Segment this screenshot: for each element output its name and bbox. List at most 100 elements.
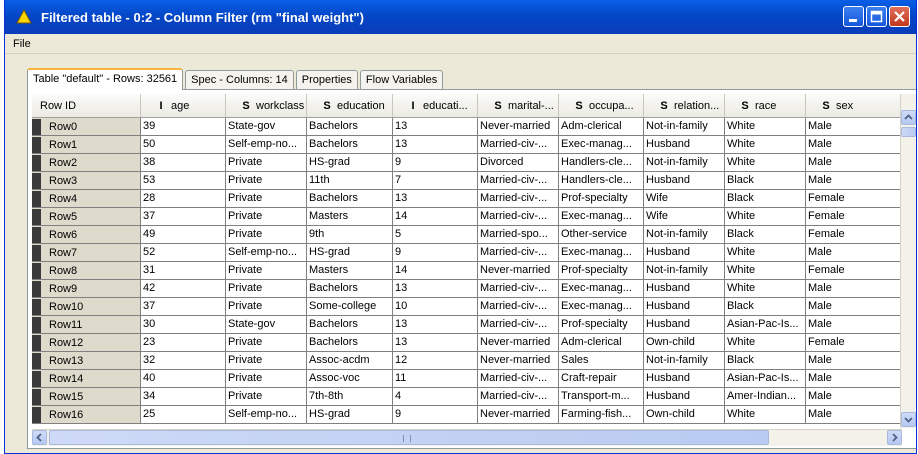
minimize-button[interactable] — [843, 6, 864, 27]
table-cell[interactable]: Husband — [644, 298, 725, 315]
table-cell[interactable]: 53 — [141, 172, 226, 189]
table-cell[interactable]: Adm-clerical — [559, 334, 644, 351]
tab-properties[interactable]: Properties — [295, 70, 358, 89]
table-cell[interactable]: White — [725, 244, 806, 261]
table-cell[interactable]: Male — [806, 316, 902, 333]
table-cell[interactable]: 14 — [393, 208, 478, 225]
table-cell[interactable]: Prof-specialty — [559, 316, 644, 333]
table-cell[interactable]: Farming-fish... — [559, 406, 644, 423]
table-cell[interactable]: Craft-repair — [559, 370, 644, 387]
close-button[interactable] — [889, 6, 910, 27]
table-cell[interactable]: Handlers-cle... — [559, 172, 644, 189]
column-header-marital[interactable]: Smarital-... — [478, 94, 559, 117]
table-cell[interactable]: Male — [806, 154, 902, 171]
table-cell[interactable]: Asian-Pac-Is... — [725, 370, 806, 387]
row-id-cell[interactable]: Row10 — [32, 298, 141, 315]
table-cell[interactable]: HS-grad — [307, 154, 393, 171]
table-cell[interactable]: Male — [806, 388, 902, 405]
table-cell[interactable]: Bachelors — [307, 280, 393, 297]
table-cell[interactable]: Male — [806, 280, 902, 297]
table-cell[interactable]: Transport-m... — [559, 388, 644, 405]
table-row[interactable]: Row7 52 Self-emp-no... HS-grad 9 Married-civ-… — [32, 244, 902, 262]
table-cell[interactable]: White — [725, 118, 806, 135]
table-cell[interactable]: Private — [226, 334, 307, 351]
table-cell[interactable]: Female — [806, 208, 902, 225]
table-cell[interactable]: 14 — [393, 262, 478, 279]
column-header-educati[interactable]: Ieducati... — [393, 94, 478, 117]
table-cell[interactable]: Private — [226, 190, 307, 207]
table-cell[interactable]: Masters — [307, 208, 393, 225]
table-cell[interactable]: Exec-manag... — [559, 244, 644, 261]
row-id-cell[interactable]: Row2 — [32, 154, 141, 171]
table-cell[interactable]: Bachelors — [307, 118, 393, 135]
table-cell[interactable]: Amer-Indian... — [725, 388, 806, 405]
table-cell[interactable]: Masters — [307, 262, 393, 279]
table-cell[interactable]: Own-child — [644, 406, 725, 423]
table-cell[interactable]: 4 — [393, 388, 478, 405]
table-cell[interactable]: White — [725, 154, 806, 171]
table-cell[interactable]: Sales — [559, 352, 644, 369]
table-cell[interactable]: 40 — [141, 370, 226, 387]
table-row[interactable]: Row11 30 State-gov Bachelors 13 Married-civ-.… — [32, 316, 902, 334]
table-cell[interactable]: Self-emp-no... — [226, 244, 307, 261]
table-cell[interactable]: Wife — [644, 190, 725, 207]
table-cell[interactable]: Private — [226, 370, 307, 387]
table-cell[interactable]: Handlers-cle... — [559, 154, 644, 171]
table-cell[interactable]: 23 — [141, 334, 226, 351]
table-cell[interactable]: Married-civ-... — [478, 172, 559, 189]
table-cell[interactable]: Husband — [644, 388, 725, 405]
table-cell[interactable]: 49 — [141, 226, 226, 243]
table-cell[interactable]: Exec-manag... — [559, 208, 644, 225]
table-cell[interactable]: Private — [226, 172, 307, 189]
column-header-relation[interactable]: Srelation... — [644, 94, 725, 117]
row-id-cell[interactable]: Row15 — [32, 388, 141, 405]
table-cell[interactable]: Never-married — [478, 118, 559, 135]
table-cell[interactable]: 50 — [141, 136, 226, 153]
scroll-down-button[interactable] — [901, 412, 916, 427]
row-id-cell[interactable]: Row9 — [32, 280, 141, 297]
table-cell[interactable]: Not-in-family — [644, 226, 725, 243]
table-cell[interactable]: Black — [725, 172, 806, 189]
table-cell[interactable]: 13 — [393, 118, 478, 135]
table-cell[interactable]: 39 — [141, 118, 226, 135]
table-cell[interactable]: Male — [806, 244, 902, 261]
table-cell[interactable]: Husband — [644, 136, 725, 153]
table-cell[interactable]: Married-civ-... — [478, 208, 559, 225]
table-row[interactable]: Row5 37 Private Masters 14 Married-civ-... Exe… — [32, 208, 902, 226]
table-cell[interactable]: 11th — [307, 172, 393, 189]
table-cell[interactable]: Married-civ-... — [478, 298, 559, 315]
table-row[interactable]: Row3 53 Private 11th 7 Married-civ-... Handler… — [32, 172, 902, 190]
table-cell[interactable]: Married-civ-... — [478, 244, 559, 261]
table-cell[interactable]: Assoc-acdm — [307, 352, 393, 369]
table-cell[interactable]: Married-civ-... — [478, 316, 559, 333]
table-row[interactable]: Row1 50 Self-emp-no... Bachelors 13 Married-c… — [32, 136, 902, 154]
table-cell[interactable]: Bachelors — [307, 334, 393, 351]
scroll-right-button[interactable] — [887, 430, 902, 445]
table-cell[interactable]: Not-in-family — [644, 262, 725, 279]
table-row[interactable]: Row12 23 Private Bachelors 13 Never-married Ad… — [32, 334, 902, 352]
table-cell[interactable]: 5 — [393, 226, 478, 243]
table-cell[interactable]: Some-college — [307, 298, 393, 315]
row-id-cell[interactable]: Row0 — [32, 118, 141, 135]
table-cell[interactable]: 31 — [141, 262, 226, 279]
table-cell[interactable]: Male — [806, 352, 902, 369]
table-cell[interactable]: 13 — [393, 316, 478, 333]
table-cell[interactable]: 37 — [141, 298, 226, 315]
table-cell[interactable]: Black — [725, 298, 806, 315]
row-id-cell[interactable]: Row1 — [32, 136, 141, 153]
table-cell[interactable]: Self-emp-no... — [226, 136, 307, 153]
row-id-cell[interactable]: Row7 — [32, 244, 141, 261]
table-row[interactable]: Row10 37 Private Some-college 10 Married-civ-… — [32, 298, 902, 316]
tab-spec[interactable]: Spec - Columns: 14 — [185, 70, 294, 89]
table-cell[interactable]: 9 — [393, 244, 478, 261]
table-row[interactable]: Row13 32 Private Assoc-acdm 12 Never-married S… — [32, 352, 902, 370]
table-cell[interactable]: 37 — [141, 208, 226, 225]
menu-file[interactable]: File — [9, 38, 35, 50]
table-cell[interactable]: 9 — [393, 154, 478, 171]
table-cell[interactable]: 10 — [393, 298, 478, 315]
table-cell[interactable]: Bachelors — [307, 190, 393, 207]
table-cell[interactable]: Other-service — [559, 226, 644, 243]
table-cell[interactable]: State-gov — [226, 118, 307, 135]
table-cell[interactable]: Not-in-family — [644, 118, 725, 135]
table-cell[interactable]: Private — [226, 352, 307, 369]
